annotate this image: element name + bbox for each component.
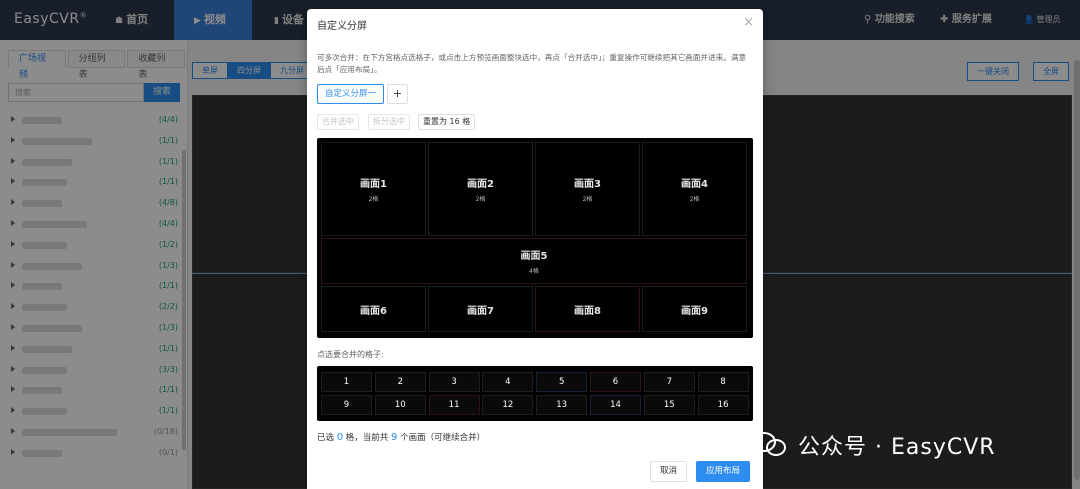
pane-cell-count: 2格	[368, 196, 379, 203]
pane-name: 画面9	[681, 305, 708, 317]
preview-pane-6[interactable]: 画面6	[321, 286, 426, 332]
pane-cell-count: 2格	[475, 196, 486, 203]
close-icon[interactable]: ×	[743, 15, 754, 30]
preview-pane-4[interactable]: 画面4 2格	[642, 142, 747, 236]
preview-pane-1[interactable]: 画面1 2格	[321, 142, 426, 236]
cell-selection-grid: 1 2 3 4 5 6 7 8 9 10 11 12 13 14 15 16	[317, 366, 753, 421]
grid-cell-16[interactable]: 16	[697, 395, 749, 415]
preview-pane-9[interactable]: 画面9	[642, 286, 747, 332]
layout-tag-custom-1[interactable]: 自定义分屏一	[317, 84, 385, 104]
pane-name: 画面1	[360, 179, 387, 190]
reset-16-button[interactable]: 重置为 16 格	[418, 114, 476, 130]
grid-cell-3[interactable]: 3	[428, 372, 480, 392]
pane-name: 画面2	[467, 179, 494, 190]
merge-selected-button[interactable]: 合并选中	[317, 114, 359, 130]
grid-cell-14[interactable]: 14	[590, 395, 641, 415]
grid-cell-5[interactable]: 5	[536, 372, 588, 392]
preview-pane-5[interactable]: 画面5 4格	[321, 238, 747, 284]
pane-name: 画面6	[360, 305, 387, 317]
grid-cell-10[interactable]: 10	[374, 395, 426, 415]
pane-name: 画面8	[574, 305, 601, 317]
grid-cell-8[interactable]: 8	[697, 372, 749, 392]
grid-cell-6[interactable]: 6	[590, 372, 641, 392]
pane-count: 9	[391, 432, 398, 443]
pane-name: 画面4	[681, 179, 708, 190]
grid-cell-2[interactable]: 2	[374, 372, 426, 392]
preview-pane-7[interactable]: 画面7	[428, 286, 533, 332]
pane-cell-count: 4格	[529, 268, 539, 275]
preview-pane-8[interactable]: 画面8	[535, 286, 640, 332]
add-layout-button[interactable]: +	[387, 84, 408, 104]
grid-cell-7[interactable]: 7	[643, 372, 695, 392]
pane-name: 画面3	[574, 179, 601, 190]
grid-cell-11[interactable]: 11	[428, 395, 480, 415]
grid-cell-13[interactable]: 13	[536, 395, 588, 415]
split-selected-button[interactable]: 拆分选中	[368, 114, 410, 130]
grid-cell-12[interactable]: 12	[482, 395, 534, 415]
pane-name: 画面5	[520, 251, 548, 262]
dialog-hint: 可多次合并：在下方宫格点选格子，或点击上方预览画面整块选中，再点「合并选中」；重…	[317, 53, 747, 74]
grid-cell-4[interactable]: 4	[482, 372, 534, 392]
cancel-button[interactable]: 取消	[650, 461, 688, 482]
watermark: 公众号 · EasyCVR	[752, 425, 996, 465]
pane-name: 画面7	[467, 305, 494, 317]
selection-status: 已选 0 格，当前共 9 个画面（可继续合并）	[317, 432, 486, 443]
preview-pane-2[interactable]: 画面2 2格	[428, 142, 533, 236]
apply-layout-button[interactable]: 应用布局	[696, 461, 751, 482]
preview-pane-3[interactable]: 画面3 2格	[535, 142, 640, 236]
select-cells-hint: 点选要合并的格子:	[317, 350, 384, 359]
dialog-title: 自定义分屏	[317, 21, 367, 32]
wechat-icon	[752, 430, 790, 460]
grid-cell-9[interactable]: 9	[321, 395, 372, 415]
pane-cell-count: 2格	[689, 196, 700, 203]
pane-cell-count: 2格	[582, 196, 593, 203]
layout-preview: 画面1 2格 画面2 2格 画面3 2格 画面4 2格画面5 4格画面6 画面7 画面8 画面9	[317, 138, 753, 338]
grid-cell-1[interactable]: 1	[321, 372, 372, 392]
selected-count: 0	[336, 432, 344, 443]
grid-cell-15[interactable]: 15	[643, 395, 695, 415]
custom-split-dialog: 自定义分屏 × 可多次合并：在下方宫格点选格子，或点击上方预览画面整块选中，再点…	[307, 9, 763, 489]
